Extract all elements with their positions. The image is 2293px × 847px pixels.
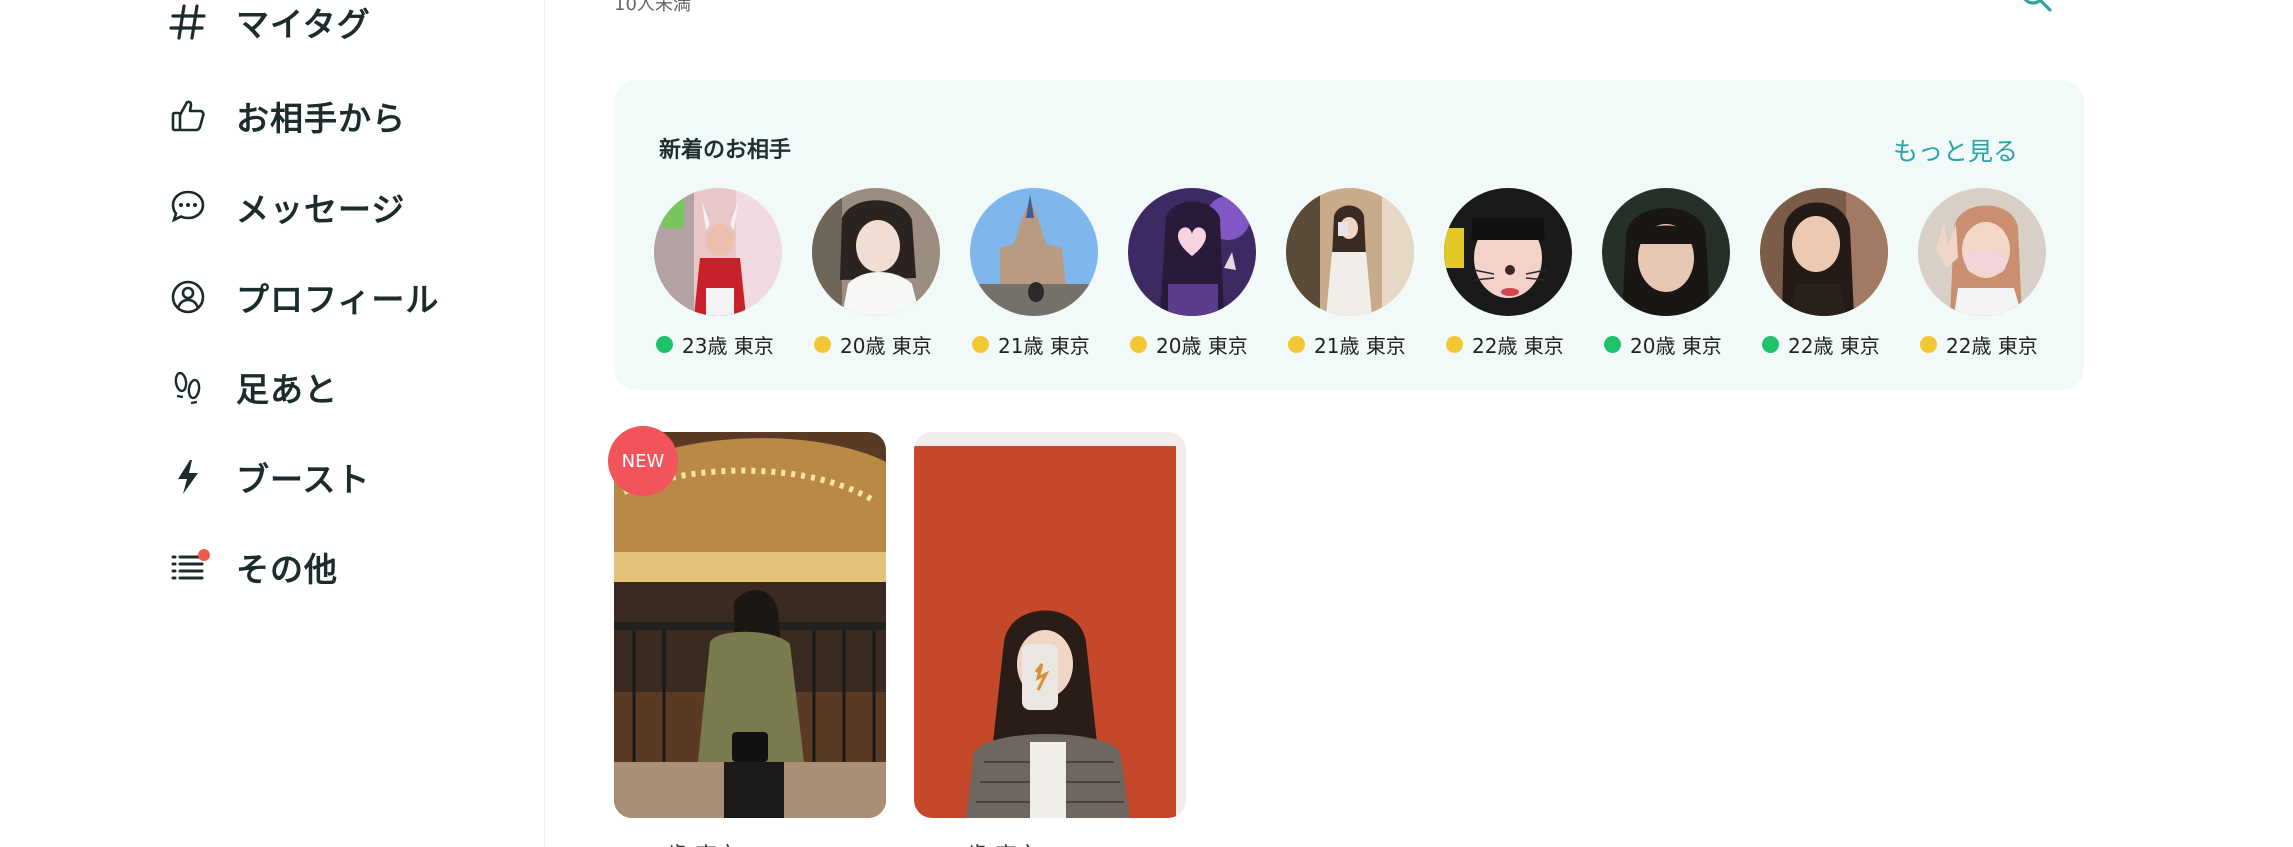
main-content: 10人未満 新着のお相手 もっと見る 23歳 東京 20歳 東京 21歳 東京 … <box>546 0 2293 847</box>
profile-meta: 21歳 東京 <box>972 330 1090 359</box>
profile-meta: 21歳 東京 <box>1288 330 1406 359</box>
profile-card[interactable]: 20歳 東京 <box>812 188 972 359</box>
search-button[interactable] <box>2016 0 2056 14</box>
profile-location: 東京 <box>733 334 774 358</box>
profile-meta: 22歳 東京 <box>1446 330 1564 359</box>
sidebar-item-mytag[interactable]: マイタグ <box>166 0 371 52</box>
avatar <box>1918 188 2046 316</box>
online-status-dot <box>656 336 673 353</box>
profile-age: 22歳 <box>1946 334 1992 358</box>
notification-dot <box>198 549 210 561</box>
online-status-dot <box>1604 336 1621 353</box>
see-more-link[interactable]: もっと見る <box>1893 132 2018 168</box>
profile-age: 21歳 <box>1314 334 1360 358</box>
profile-card[interactable]: 23歳 東京 <box>654 188 814 359</box>
sidebar-item-label: 足あと <box>236 370 338 409</box>
recent-status-dot <box>1920 336 1937 353</box>
card-caption: 歳 東京 <box>666 838 739 847</box>
profile-meta: 20歳 東京 <box>1604 330 1722 359</box>
avatar <box>812 188 940 316</box>
avatar <box>1602 188 1730 316</box>
sidebar-item-label: その他 <box>236 550 338 589</box>
avatar-row: 23歳 東京 20歳 東京 21歳 東京 20歳 東京 21歳 東京 22歳 東… <box>654 188 2078 359</box>
profile-age: 20歳 <box>1156 334 1202 358</box>
recent-status-dot <box>1130 336 1147 353</box>
profile-location: 東京 <box>1839 334 1880 358</box>
profile-age: 23歳 <box>682 334 728 358</box>
profile-card[interactable]: 22歳 東京 <box>1918 188 2078 359</box>
profile-age: 20歳 <box>840 334 886 358</box>
sidebar-item-other[interactable]: その他 <box>166 537 338 597</box>
profile-age: 22歳 <box>1472 334 1518 358</box>
profile-card[interactable]: 21歳 東京 <box>1286 188 1446 359</box>
sidebar-item-label: ブースト <box>236 460 371 499</box>
avatar <box>654 188 782 316</box>
search-icon <box>2023 0 2052 12</box>
section-title: 新着のお相手 <box>659 138 792 163</box>
recent-status-dot <box>1288 336 1305 353</box>
profile-age: 20歳 <box>1630 334 1676 358</box>
profile-photo <box>914 432 1186 818</box>
avatar <box>1444 188 1572 316</box>
sidebar-item-boost[interactable]: ブースト <box>166 447 370 507</box>
card-caption: 歳 東京 <box>966 838 1039 847</box>
profile-location: 東京 <box>1365 334 1406 358</box>
profile-card[interactable]: 20歳 東京 <box>1602 188 1762 359</box>
profile-location: 東京 <box>891 334 932 358</box>
sidebar-item-likes-received[interactable]: お相手から <box>166 86 406 146</box>
recent-status-dot <box>1446 336 1463 353</box>
chat-bubble-icon <box>166 185 210 229</box>
profile-age: 22歳 <box>1788 334 1834 358</box>
sidebar: マイタグ お相手から メッセージ プロフィール 足あと ブースト その他 <box>0 0 545 847</box>
lightning-icon <box>166 455 210 499</box>
profile-age: 21歳 <box>998 334 1044 358</box>
new-matches-panel: 新着のお相手 もっと見る 23歳 東京 20歳 東京 21歳 東京 20歳 東京… <box>614 80 2084 390</box>
sidebar-item-footprints[interactable]: 足あと <box>166 357 338 417</box>
footprints-icon <box>166 365 210 409</box>
sidebar-item-profile[interactable]: プロフィール <box>166 267 439 327</box>
online-status-dot <box>1762 336 1779 353</box>
user-circle-icon <box>166 275 210 319</box>
profile-card[interactable]: 22歳 東京 <box>1444 188 1604 359</box>
sidebar-item-messages[interactable]: メッセージ <box>166 177 405 237</box>
avatar <box>970 188 1098 316</box>
sidebar-item-label: プロフィール <box>236 280 440 319</box>
hash-icon <box>166 0 210 44</box>
new-badge: NEW <box>608 426 678 496</box>
profile-meta: 20歳 東京 <box>814 330 932 359</box>
list-icon <box>166 545 210 589</box>
profile-location: 東京 <box>1049 334 1090 358</box>
avatar <box>1128 188 1256 316</box>
profile-location: 東京 <box>1523 334 1564 358</box>
thumbs-up-icon <box>166 94 210 138</box>
sidebar-item-label: お相手から <box>236 99 406 138</box>
sidebar-item-label: メッセージ <box>236 190 406 229</box>
profile-card[interactable]: 20歳 東京 <box>1128 188 1288 359</box>
profile-meta: 23歳 東京 <box>656 330 774 359</box>
profile-photo-card[interactable] <box>914 432 1186 818</box>
profile-card[interactable]: 22歳 東京 <box>1760 188 1920 359</box>
profile-meta: 22歳 東京 <box>1920 330 2038 359</box>
search-filter-text[interactable]: 10人未満 <box>614 0 691 16</box>
profile-location: 東京 <box>1207 334 1248 358</box>
profile-card[interactable]: 21歳 東京 <box>970 188 1130 359</box>
recent-status-dot <box>972 336 989 353</box>
avatar <box>1760 188 1888 316</box>
profile-meta: 22歳 東京 <box>1762 330 1880 359</box>
profile-location: 東京 <box>1681 334 1722 358</box>
sidebar-item-label: マイタグ <box>236 5 371 44</box>
profile-location: 東京 <box>1997 334 2038 358</box>
profile-meta: 20歳 東京 <box>1130 330 1248 359</box>
avatar <box>1286 188 1414 316</box>
recent-status-dot <box>814 336 831 353</box>
